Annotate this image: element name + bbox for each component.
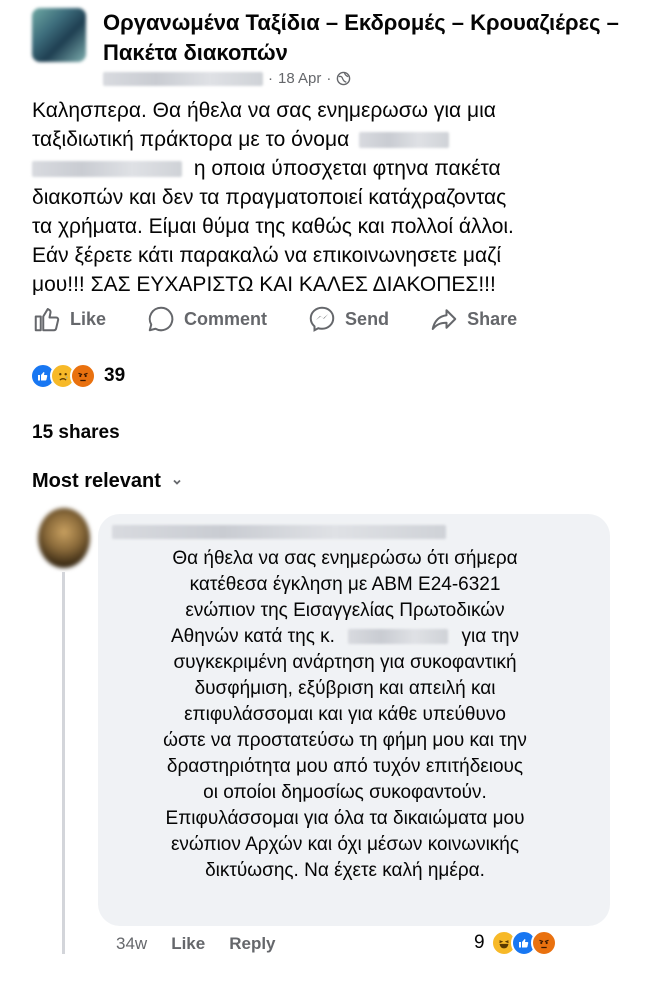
thread-line	[62, 572, 65, 954]
comment-line: Αθηνών κατά της κ. για την	[170, 626, 520, 647]
comment-reaction-count: 9	[474, 932, 485, 953]
comment-line: ενώπιον της Εισαγγελίας Πρωτοδικών	[185, 600, 505, 621]
share-label: Share	[467, 308, 518, 329]
comment-meta: 34w Like Reply	[116, 934, 276, 954]
group-avatar[interactable]	[32, 8, 86, 62]
messenger-icon	[309, 306, 335, 332]
globe-icon	[337, 71, 351, 86]
comment-line: ώστε να προστατεύσω τη φήμη μου και την	[163, 730, 527, 751]
chevron-down-icon	[173, 479, 181, 485]
like-label: Like	[70, 308, 107, 329]
sort-label: Most relevant	[32, 470, 161, 492]
comment-line: ενώπιον Αρχών και όχι μέσων κοινωνικής	[170, 834, 520, 855]
comment-line: συγκεκριμένη ανάρτηση για συκοφαντική	[173, 652, 517, 673]
post-line: τα χρήματα. Είμαι θύμα της καθώς και πολ…	[32, 215, 514, 238]
comment-reply-button[interactable]: Reply	[229, 934, 275, 954]
comment-age[interactable]: 34w	[116, 934, 147, 954]
post-line: διακοπών και δεν τα πραγματοποιεί κατάχρ…	[32, 186, 507, 209]
reactions-summary[interactable]: 39	[30, 363, 125, 389]
thumbs-up-icon	[34, 308, 60, 332]
meta-separator-2: ·	[326, 70, 332, 87]
post-line: Καλησπερα. Θα ήθελα να σας ενημερωσω για…	[32, 99, 496, 122]
comment-line: δυσφήμιση, εξύβριση και απειλή και	[194, 678, 496, 699]
comment-line: οι οποίοι δημοσίως συκοφαντούν.	[203, 782, 487, 803]
group-name[interactable]: Οργανωμένα Ταξίδια – Εκδρομές – Κρουαζιέ…	[103, 8, 623, 68]
like-button[interactable]: Like	[32, 304, 106, 334]
comment-line: δικτύωσης. Να έχετε καλή ημέρα.	[205, 860, 485, 881]
comment-sort-dropdown[interactable]: Most relevant	[32, 470, 183, 493]
redacted-name	[32, 161, 182, 178]
comment-line: Επιφυλάσσομαι για όλα τα δικαιώματα μου	[165, 808, 525, 829]
reaction-count: 39	[104, 365, 126, 386]
send-button[interactable]: Send	[307, 304, 389, 334]
share-button[interactable]: Share	[429, 304, 517, 334]
redacted-name	[348, 629, 449, 645]
post-actions: Like Comment Send Share	[32, 302, 592, 336]
author-name-blurred[interactable]	[103, 71, 263, 86]
comment-button[interactable]: Comment	[146, 304, 267, 334]
post-meta: · 18 Apr ·	[103, 70, 351, 87]
shares-count[interactable]: 15 shares	[32, 422, 120, 444]
comment-body: Θα ήθελα να σας ενημερώσω ότι σήμερα κατ…	[110, 546, 580, 884]
commenter-name-blurred[interactable]	[112, 525, 446, 539]
post-date[interactable]: 18 Apr	[278, 70, 321, 87]
send-label: Send	[345, 308, 390, 329]
commenter-avatar[interactable]	[38, 508, 90, 568]
comment-line: επιφυλάσσομαι και για κάθε υπεύθυνο	[184, 704, 506, 725]
comment-icon	[148, 306, 174, 332]
comment-line: δραστηριότητα μου από τυχόν επιτήδειους	[166, 756, 524, 777]
comment-like-button[interactable]: Like	[171, 934, 205, 954]
comment-line: κατέθεσα έγκληση με ΑΒΜ Ε24-6321	[189, 574, 501, 595]
post-line: η οποια ύποσχεται φτηνα πακέτα	[32, 154, 592, 183]
post-line: Εάν ξέρετε κάτι παρακαλώ να επικοινωνησε…	[32, 244, 502, 267]
comment-reactions[interactable]: 9	[474, 930, 557, 956]
post-body: Καλησπερα. Θα ήθελα να σας ενημερωσω για…	[32, 96, 592, 299]
redacted-name	[359, 132, 450, 149]
comment-line: Θα ήθελα να σας ενημερώσω ότι σήμερα	[172, 548, 518, 569]
angry-icon	[530, 930, 557, 956]
angry-icon	[70, 363, 96, 389]
meta-separator: ·	[268, 70, 273, 87]
post-line: ταξιδιωτική πράκτορα με το όνομα	[32, 125, 592, 154]
comment-label: Comment	[184, 308, 268, 329]
share-icon	[431, 309, 457, 330]
post-line: μου!!! ΣΑΣ ΕΥΧΑΡΙΣΤΩ ΚΑΙ ΚΑΛΕΣ ΔΙΑΚΟΠΕΣ!…	[32, 273, 496, 296]
